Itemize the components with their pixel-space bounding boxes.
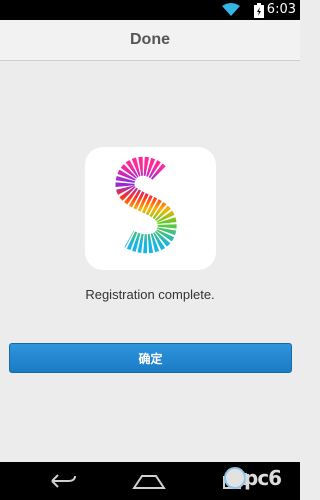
status-bar: 6:03 [0,0,300,20]
confirm-button[interactable]: 确定 [9,343,292,373]
watermark-circle-icon [224,467,246,489]
wifi-icon [222,3,240,16]
registration-message: Registration complete. [85,287,215,302]
title-bar: Done [0,20,300,61]
watermark-logo: pc6 [224,463,300,499]
battery-icon [254,3,264,18]
home-icon[interactable] [132,472,166,490]
page-title: Done [130,31,170,48]
app-logo-icon [85,147,216,270]
watermark-text: pc6 [244,466,282,490]
back-icon[interactable] [48,472,78,490]
status-time: 6:03 [266,2,296,17]
